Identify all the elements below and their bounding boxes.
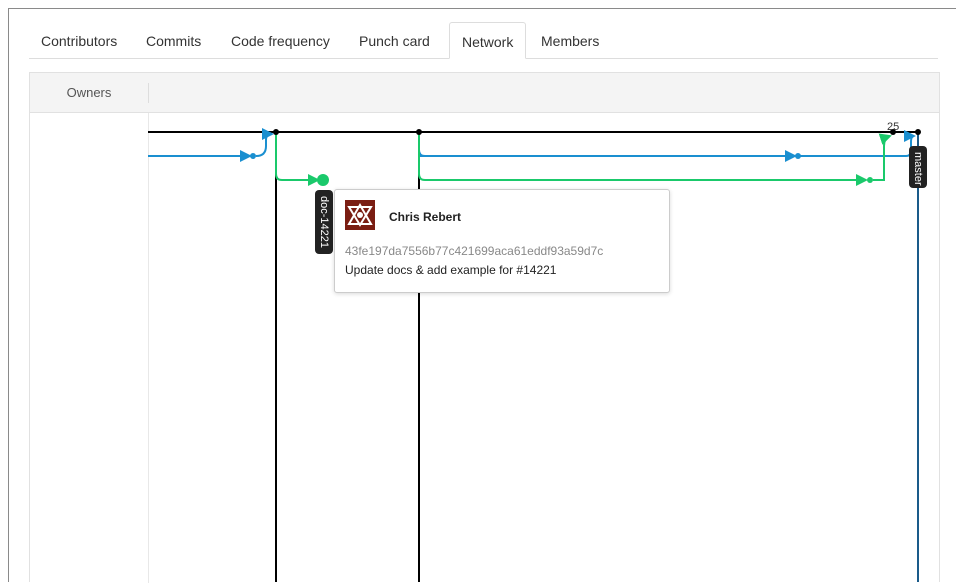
green-commit-dot — [867, 177, 873, 183]
green-merge-curve — [873, 133, 892, 181]
green-branch-start — [275, 133, 320, 186]
blue-merge-curve — [255, 128, 274, 157]
commit-message: Update docs & add example for #14221 — [345, 263, 557, 277]
branch-label-master[interactable]: master — [909, 146, 927, 188]
commit-tooltip: Chris Rebert 43fe197da7556b77c421699aca6… — [334, 189, 670, 293]
date-marker: 25 — [887, 121, 899, 133]
main-commit-dot — [416, 129, 422, 135]
green-branch-head — [317, 174, 329, 186]
commit-author: Chris Rebert — [389, 210, 462, 224]
branch-label-doc-14221[interactable]: doc-14221 — [315, 190, 333, 254]
blue-commit-dot — [250, 153, 256, 159]
main-commit-dot — [273, 129, 279, 135]
avatar — [345, 200, 375, 230]
commit-sha[interactable]: 43fe197da7556b77c421699aca61eddf93a59d7c — [345, 244, 603, 258]
blue-commit-dot-2 — [795, 153, 801, 159]
main-commit-dot — [915, 129, 921, 135]
